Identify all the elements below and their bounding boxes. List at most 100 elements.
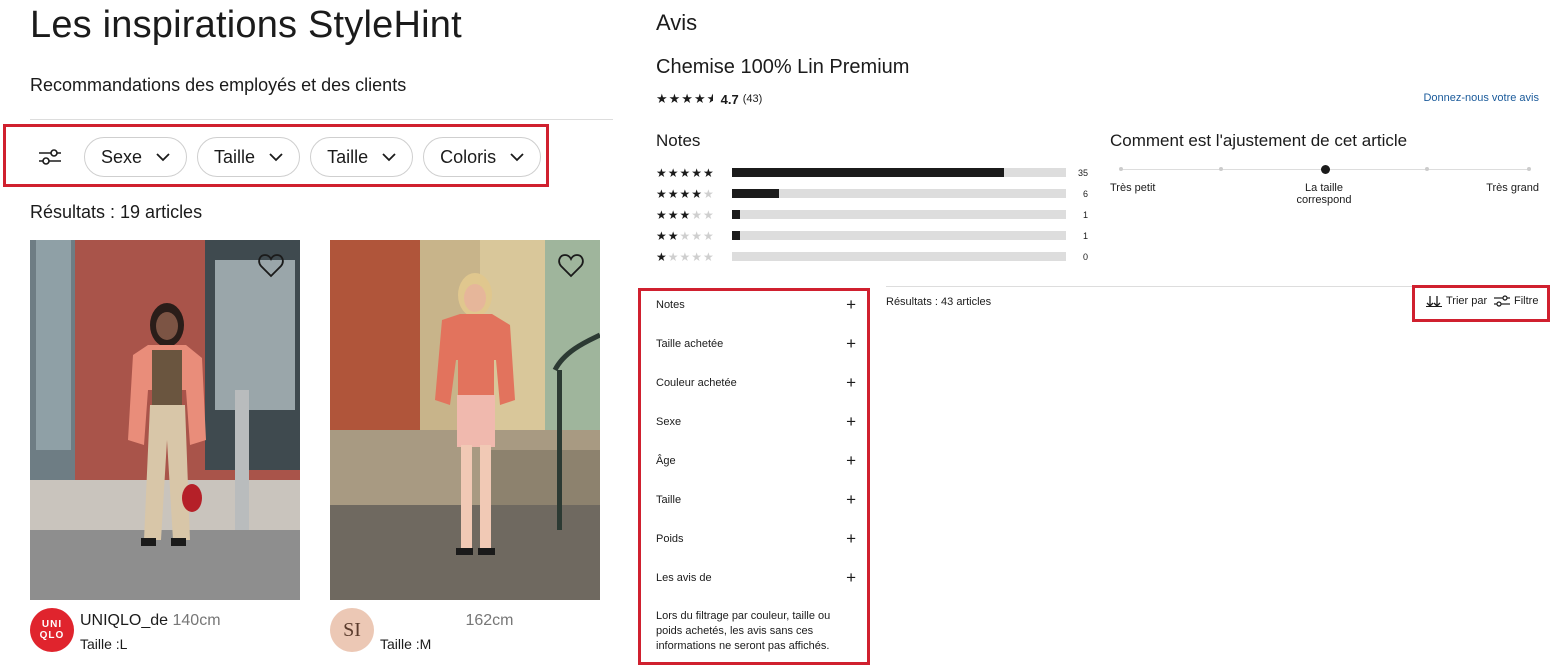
heart-icon[interactable] (558, 254, 584, 278)
avatar-text: SI (343, 618, 361, 641)
filter-taille-2[interactable]: Taille (310, 137, 414, 177)
facet-sexe[interactable]: Sexe + (656, 412, 856, 431)
filter-label: Filtre (1514, 295, 1539, 307)
facet-label: Taille achetée (656, 338, 724, 350)
notes-heading: Notes (656, 131, 701, 150)
facet-label: Âge (656, 455, 676, 467)
fit-label-large: Très grand (1486, 182, 1539, 194)
fit-tick (1219, 167, 1223, 171)
facet-age[interactable]: Âge + (656, 451, 856, 470)
rating-bar-row[interactable]: ★★★★★ 35 (656, 162, 1096, 183)
bar-count: 1 (1082, 209, 1088, 220)
stars-icon: ★★★★★ (656, 228, 715, 243)
rating-count: (43) (742, 93, 763, 105)
bar-track (732, 252, 1066, 261)
bar-fill (732, 231, 740, 240)
bar-fill (732, 168, 1004, 177)
rating-summary: ★★★★★ 4.7 (43) (656, 91, 762, 107)
rating-bar-row[interactable]: ★★★★★ 6 (656, 183, 1096, 204)
username-line: UNIQLO_de 140cm (80, 612, 221, 630)
sort-button[interactable]: Trier par (1426, 295, 1487, 307)
star-rating-icon: ★★★★★ (656, 91, 713, 106)
bar-fill (732, 210, 740, 219)
username[interactable]: UNIQLO_de (80, 612, 168, 629)
bar-count: 35 (1077, 167, 1088, 178)
facet-taille[interactable]: Taille + (656, 490, 856, 509)
stars-icon: ★★★★★ (656, 207, 715, 222)
filter-label: Taille (214, 146, 256, 167)
plus-icon: + (846, 490, 856, 509)
stars-icon: ★★★★★ (656, 186, 715, 201)
reviews-panel: Avis Chemise 100% Lin Premium ★★★★★ 4.7 … (628, 0, 1556, 665)
filter-sexe[interactable]: Sexe (84, 137, 188, 177)
rating-distribution: ★★★★★ 35 ★★★★★ 6 ★★★★★ 1 ★★★★★ 1 ★★★★★ 0 (656, 162, 1096, 267)
model-size: Taille :M (380, 636, 432, 652)
outfit-card[interactable]: SI 162cm Taille :M (330, 240, 600, 668)
facet-label: Couleur achetée (656, 377, 737, 389)
bar-track (732, 210, 1066, 219)
filter-label: Sexe (101, 146, 143, 167)
fit-label-small: Très petit (1110, 182, 1156, 194)
bar-fill (732, 189, 779, 198)
fit-tick (1425, 167, 1429, 171)
outfit-card[interactable]: UNI QLO UNIQLO_de 140cm Taille :L (30, 240, 300, 668)
reviews-results-count: Résultats : 43 articles (886, 296, 992, 308)
sort-label: Trier par (1446, 295, 1488, 307)
outfit-meta: SI 162cm Taille :M (330, 608, 600, 668)
page-subtitle: Recommandations des employés et des clie… (30, 75, 407, 95)
heart-icon[interactable] (258, 254, 284, 278)
plus-icon: + (846, 334, 856, 353)
chevron-down-icon (269, 152, 283, 161)
sort-filter-bar: Trier par Filtre (1414, 287, 1549, 322)
chevron-down-icon (382, 152, 396, 161)
facet-label: Sexe (656, 416, 682, 428)
facet-taille-achetee[interactable]: Taille achetée + (656, 334, 856, 353)
sliders-icon (1494, 295, 1510, 307)
filter-coloris[interactable]: Coloris (423, 137, 542, 177)
avatar[interactable]: UNI QLO (30, 608, 74, 652)
bar-track (732, 231, 1066, 240)
model-height: 162cm (465, 612, 514, 629)
filter-taille[interactable]: Taille (197, 137, 301, 177)
facet-les-avis-de[interactable]: Les avis de + (656, 568, 856, 587)
outfit-photo[interactable] (30, 240, 300, 600)
model-size: Taille :L (80, 636, 128, 652)
plus-icon: + (846, 412, 856, 431)
reviews-title: Avis (656, 10, 698, 35)
rating-bar-row[interactable]: ★★★★★ 1 (656, 225, 1096, 246)
results-count: Résultats : 19 articles (30, 202, 203, 222)
plus-icon: + (846, 373, 856, 392)
facet-notes[interactable]: Notes + (656, 295, 856, 314)
outfit-meta: UNI QLO UNIQLO_de 140cm Taille :L (30, 608, 300, 668)
plus-icon: + (846, 568, 856, 587)
fit-tick (1527, 167, 1531, 171)
filter-label: Coloris (440, 146, 497, 167)
facet-label: Les avis de (656, 572, 712, 584)
facet-couleur-achetee[interactable]: Couleur achetée + (656, 373, 856, 392)
bar-count: 0 (1082, 251, 1088, 262)
bar-count: 6 (1082, 188, 1088, 199)
fit-tick (1119, 167, 1123, 171)
rating-bar-row[interactable]: ★★★★★ 0 (656, 246, 1096, 267)
facet-list: Notes + Taille achetée + Couleur achetée + … (641, 291, 870, 663)
sliders-icon[interactable] (30, 137, 70, 177)
rating-bar-row[interactable]: ★★★★★ 1 (656, 204, 1096, 225)
facet-note: Lors du filtrage par couleur, taille ou … (656, 610, 831, 652)
page-title: Les inspirations StyleHint (30, 4, 462, 46)
facet-label: Notes (656, 299, 685, 311)
plus-icon: + (846, 451, 856, 470)
fit-heading: Comment est l'ajustement de cet article (1110, 131, 1408, 150)
sort-icon (1426, 296, 1442, 307)
avatar[interactable]: SI (330, 608, 374, 652)
chevron-down-icon (156, 152, 170, 161)
filter-bar: Sexe Taille Taille Coloris (30, 137, 542, 177)
plus-icon: + (846, 295, 856, 314)
bar-count: 1 (1082, 230, 1088, 241)
model-height: 140cm (172, 612, 221, 629)
filter-button[interactable]: Filtre (1494, 295, 1538, 307)
outfit-photo[interactable] (330, 240, 600, 600)
write-review-link[interactable]: Donnez-nous votre avis (1423, 92, 1539, 104)
bar-track (732, 189, 1066, 198)
facet-poids[interactable]: Poids + (656, 529, 856, 548)
plus-icon: + (846, 529, 856, 548)
